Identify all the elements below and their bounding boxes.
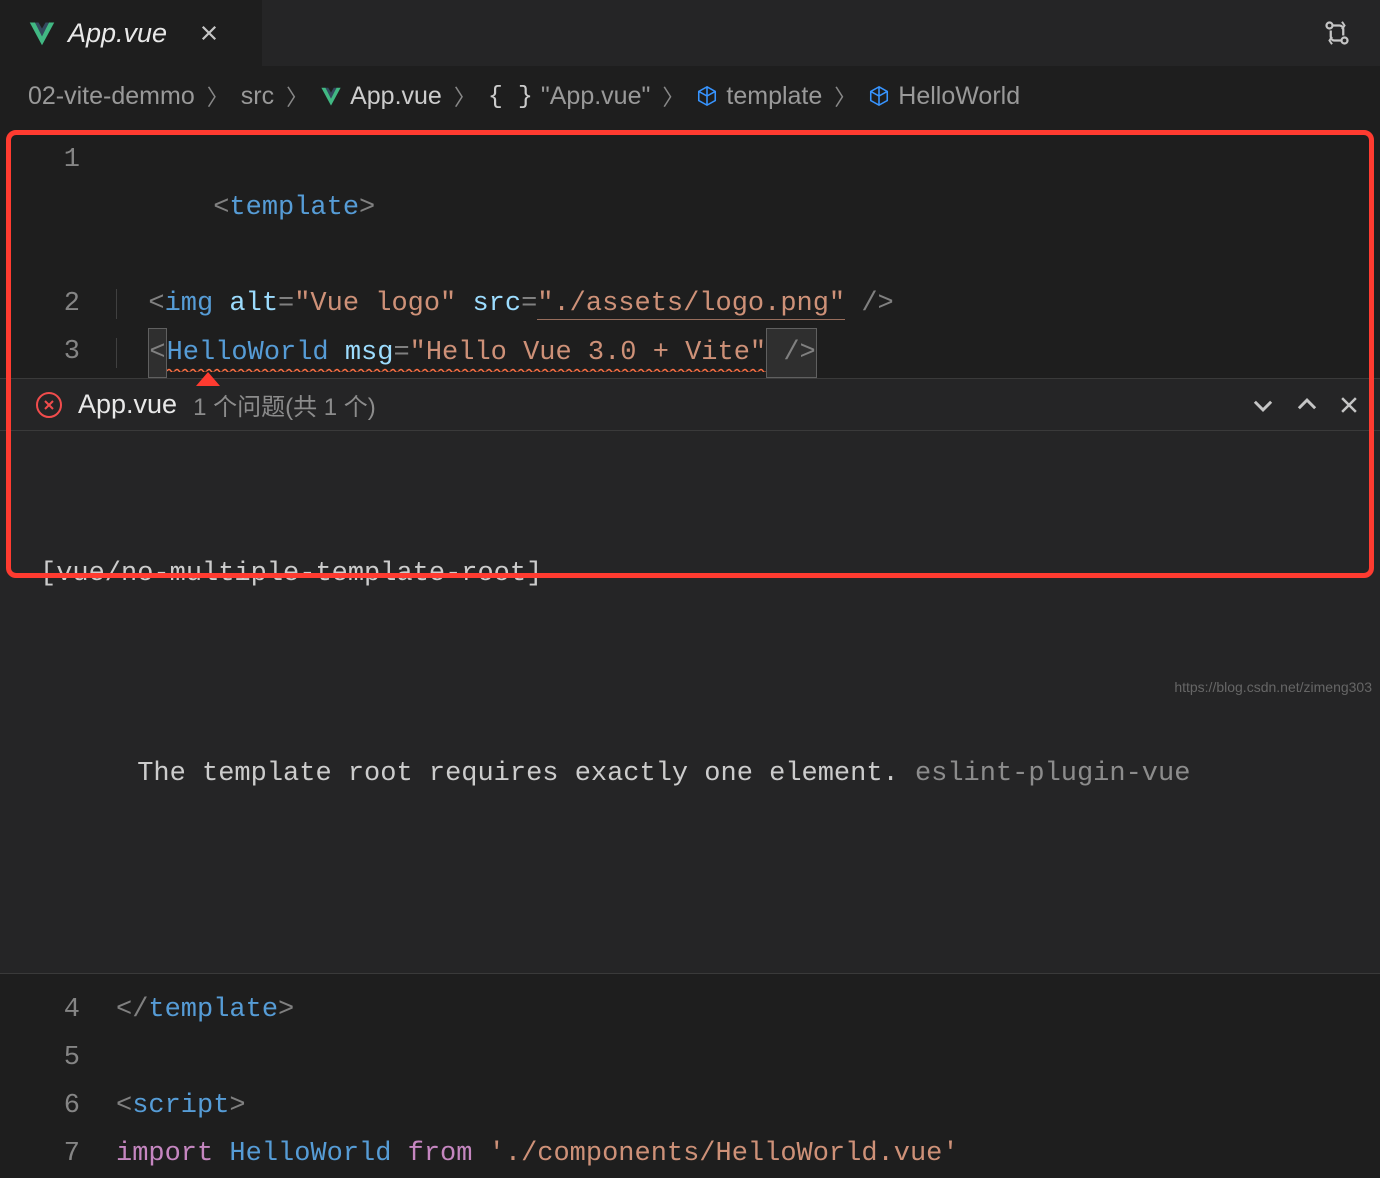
tab-title: App.vue — [68, 18, 167, 49]
breadcrumb-item[interactable]: template — [696, 82, 822, 111]
code-line[interactable]: 7 import HelloWorld from './components/H… — [0, 1130, 1380, 1178]
cursor-left: < — [148, 328, 166, 378]
breadcrumb: 02-vite-demmo 〉 src 〉 App.vue 〉 { } "App… — [0, 66, 1380, 126]
close-icon[interactable] — [199, 23, 219, 43]
tab-app-vue[interactable]: App.vue — [0, 0, 262, 66]
code-line[interactable]: 3 <HelloWorld msg="Hello Vue 3.0 + Vite"… — [0, 328, 1380, 378]
chevron-right-icon: 〉 — [834, 80, 856, 112]
problems-rule: [vue/no-multiple-template-root] — [40, 549, 1344, 599]
breadcrumb-item[interactable]: src — [241, 82, 274, 111]
breadcrumb-item[interactable]: App.vue — [320, 82, 442, 111]
error-icon — [36, 392, 62, 418]
problems-body[interactable]: [vue/no-multiple-template-root] The temp… — [0, 431, 1380, 973]
line-number: 5 — [0, 1034, 116, 1082]
problems-count: 1 个问题(共 1 个) — [193, 387, 376, 422]
problems-file[interactable]: App.vue — [78, 389, 177, 420]
close-icon[interactable] — [1338, 394, 1360, 416]
line-number: 4 — [0, 986, 116, 1034]
editor[interactable]: 1 <template> 2 <img alt="Vue logo" src="… — [0, 126, 1380, 378]
line-number: 3 — [0, 328, 116, 376]
breadcrumb-item[interactable]: HelloWorld — [868, 82, 1020, 111]
line-number: 7 — [0, 1130, 116, 1178]
chevron-right-icon: 〉 — [207, 80, 229, 112]
git-compare-icon[interactable] — [1322, 18, 1352, 48]
line-number: 1 — [0, 136, 116, 184]
tab-bar: App.vue — [0, 0, 1380, 66]
problems-message: The template root requires exactly one e… — [137, 759, 899, 789]
line-number: 6 — [0, 1082, 116, 1130]
code-line[interactable]: 6 <script> — [0, 1082, 1380, 1130]
chevron-right-icon: 〉 — [286, 80, 308, 112]
cube-icon — [868, 85, 890, 107]
vue-icon — [320, 85, 342, 107]
breadcrumb-item[interactable]: { } "App.vue" — [488, 82, 651, 111]
editor-continued[interactable]: 4 </template> 5 6 <script> 7 import Hell… — [0, 974, 1380, 1178]
error-caret-icon — [196, 372, 220, 386]
braces-icon: { } — [488, 82, 533, 111]
problems-panel: App.vue 1 个问题(共 1 个) [vue/no-multiple-te… — [0, 378, 1380, 974]
cube-icon — [696, 85, 718, 107]
chevron-down-icon[interactable] — [1250, 392, 1276, 418]
cursor-right: /> — [766, 328, 817, 378]
code-line[interactable]: 5 — [0, 1034, 1380, 1082]
problems-source: eslint-plugin-vue — [915, 759, 1190, 789]
watermark: https://blog.csdn.net/zimeng303 — [1174, 679, 1372, 695]
line-number: 2 — [0, 280, 116, 328]
problems-header: App.vue 1 个问题(共 1 个) — [0, 379, 1380, 431]
breadcrumb-item[interactable]: 02-vite-demmo — [28, 82, 195, 111]
chevron-up-icon[interactable] — [1294, 392, 1320, 418]
code-line[interactable]: 1 <template> — [0, 136, 1380, 280]
chevron-right-icon: 〉 — [454, 80, 476, 112]
chevron-right-icon: 〉 — [662, 80, 684, 112]
tab-actions — [1322, 18, 1380, 48]
code-line[interactable]: 4 </template> — [0, 986, 1380, 1034]
vue-icon — [28, 19, 56, 47]
code-line[interactable]: 2 <img alt="Vue logo" src="./assets/logo… — [0, 280, 1380, 328]
